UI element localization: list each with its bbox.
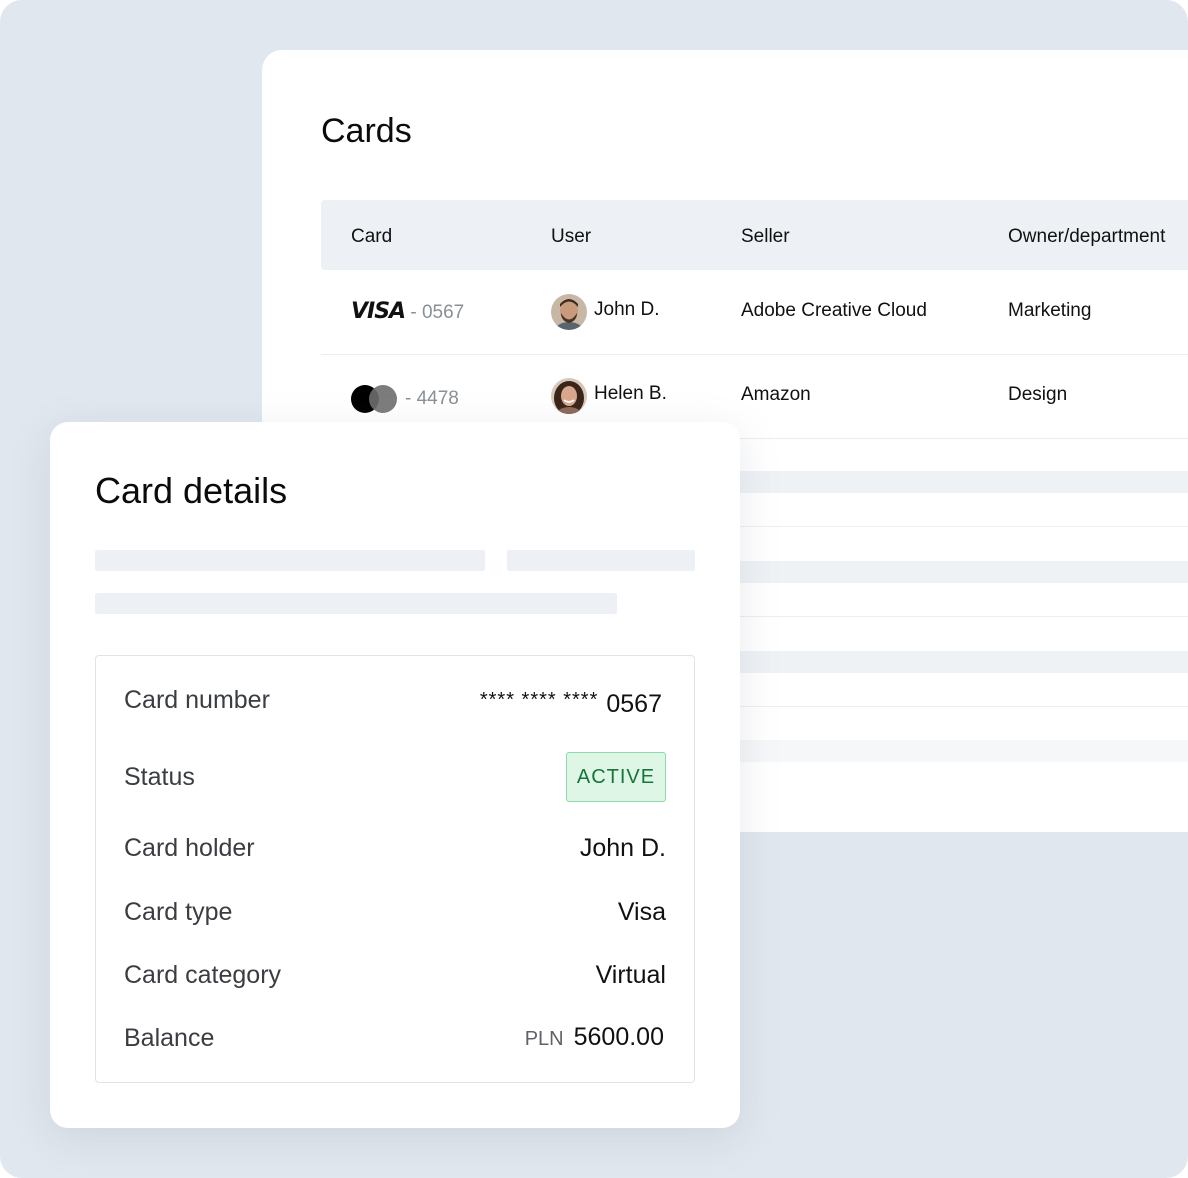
avatar-helen-icon [551, 378, 587, 414]
placeholder-bar [740, 651, 1188, 673]
column-header-user[interactable]: User [551, 226, 591, 248]
placeholder-bar [740, 561, 1188, 583]
card-number-last4: 0567 [606, 690, 662, 718]
placeholder-bar [95, 550, 485, 571]
card-number-masked: **** **** **** [479, 689, 599, 711]
card-category-label: Card category [124, 961, 282, 989]
divider [740, 616, 1188, 617]
page-title: Cards [321, 112, 412, 150]
placeholder-bar [507, 550, 695, 571]
mastercard-logo-icon [351, 385, 401, 413]
card-type-label: Card type [124, 898, 233, 926]
card-last4: - 4478 [405, 388, 459, 409]
column-header-card[interactable]: Card [351, 226, 392, 248]
card-info-box: Card number **** **** **** 0567 Status AC… [95, 655, 695, 1083]
avatar-john-icon [551, 294, 587, 330]
divider [740, 706, 1188, 707]
card-last4: - 0567 [410, 302, 465, 323]
card-number-value: **** **** **** 0567 [479, 689, 662, 719]
visa-logo-icon: VISA [351, 299, 406, 324]
table-row[interactable]: VISA - 0567 John D. Adobe Creative Cloud… [321, 270, 1188, 355]
department-name: Marketing [1008, 300, 1092, 321]
seller-name: Amazon [741, 384, 811, 405]
balance-value: PLN 5600.00 [525, 1023, 664, 1052]
page-background: Cards Card User Seller Owner/department … [0, 0, 1188, 1178]
status-badge: ACTIVE [566, 752, 666, 802]
seller-name: Adobe Creative Cloud [741, 300, 927, 321]
column-header-owner-department[interactable]: Owner/department [1008, 226, 1165, 248]
divider [740, 526, 1188, 527]
card-number-label: Card number [124, 686, 270, 714]
placeholder-bar [740, 471, 1188, 493]
balance-label: Balance [124, 1024, 215, 1052]
card-details-panel: Card details Card number **** **** **** 0… [50, 422, 740, 1128]
status-label: Status [124, 763, 195, 791]
balance-currency: PLN [524, 1028, 564, 1050]
card-holder-label: Card holder [124, 834, 255, 862]
placeholder-bar [740, 740, 1188, 762]
user-name: Helen B. [594, 383, 667, 404]
balance-amount: 5600.00 [573, 1023, 664, 1051]
card-details-title: Card details [95, 470, 288, 511]
user-name: John D. [594, 299, 660, 320]
card-type-value: Visa [617, 898, 666, 926]
column-header-seller[interactable]: Seller [741, 226, 790, 248]
card-cell: VISA - 0567 [351, 299, 464, 324]
department-name: Design [1008, 384, 1068, 405]
placeholder-bar [95, 593, 617, 614]
card-holder-value: John D. [579, 834, 666, 862]
card-category-value: Virtual [595, 961, 666, 989]
table-header: Card User Seller Owner/department [321, 200, 1188, 270]
